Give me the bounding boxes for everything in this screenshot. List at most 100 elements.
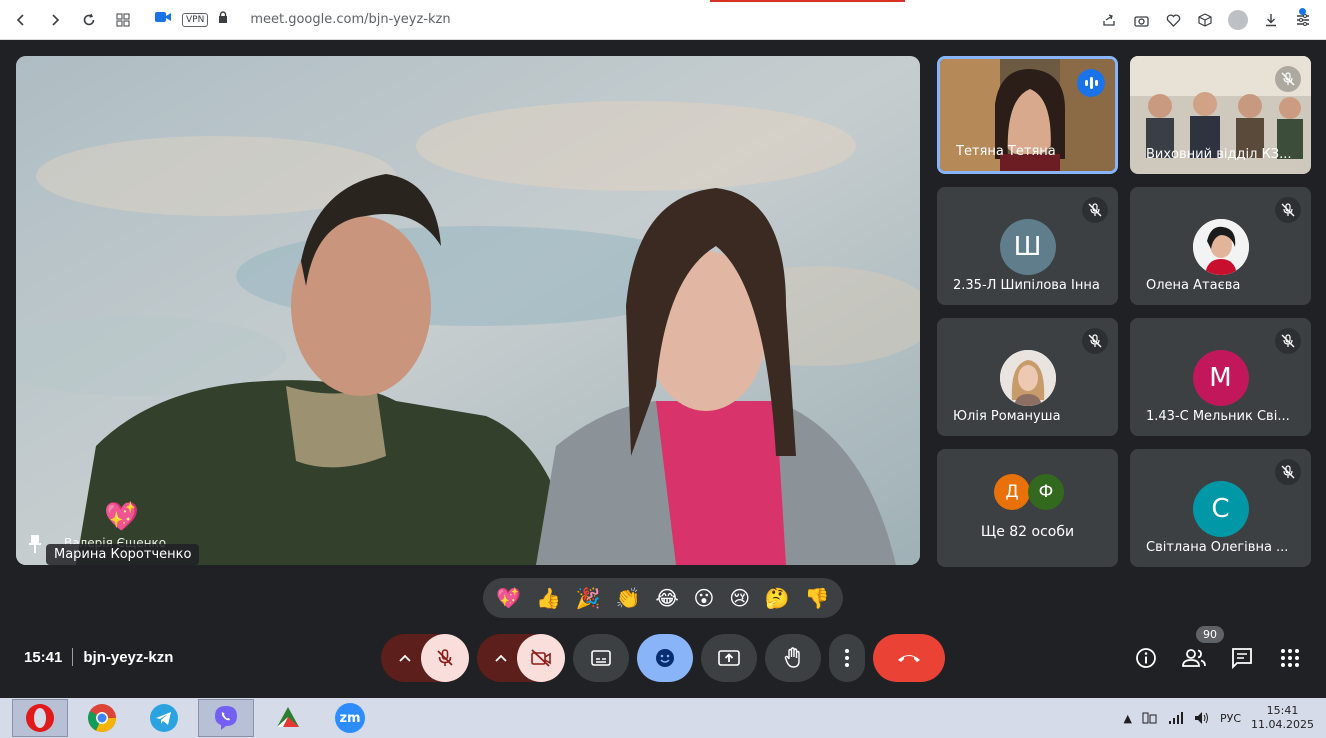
tabs-grid-icon[interactable]	[114, 11, 132, 29]
clock-time: 15:41	[1266, 704, 1299, 717]
avatar: Ш	[999, 219, 1056, 275]
reaction-party-popper[interactable]: 🎉	[576, 588, 601, 608]
avatar	[1192, 219, 1249, 275]
vpn-badge[interactable]: VPN	[182, 12, 209, 27]
download-notification-dot	[1299, 8, 1306, 15]
mediaget-icon	[277, 707, 299, 727]
avatar: М	[1192, 350, 1249, 406]
telegram-icon	[150, 704, 178, 732]
mic-off-icon	[1275, 197, 1301, 223]
participant-tile[interactable]: Виховний відділ КЗ...	[1130, 56, 1311, 174]
info-icon	[1136, 648, 1156, 668]
reaction-sparkling-heart[interactable]: 💖	[496, 588, 521, 608]
meeting-info: 15:41 bjn-yeyz-kzn	[24, 648, 173, 666]
avatar	[999, 350, 1056, 406]
taskbar-zoom[interactable]: zm	[322, 699, 378, 737]
url-text[interactable]: meet.google.com/bjn-yeyz-kzn	[250, 12, 450, 27]
reaction-thumbs-up[interactable]: 👍	[536, 588, 561, 608]
taskbar-mediaget[interactable]	[260, 699, 316, 737]
participant-tile[interactable]: Тетяна Тетяна	[937, 56, 1118, 174]
meeting-time: 15:41	[24, 648, 63, 666]
participant-tile[interactable]: М 1.43-С Мельник Сві...	[1130, 318, 1311, 436]
system-clock[interactable]: 15:41 11.04.2025	[1251, 704, 1314, 732]
zoom-icon: zm	[335, 703, 365, 733]
back-icon[interactable]	[12, 11, 30, 29]
browser-actions	[1100, 0, 1312, 40]
participant-name: 2.35-Л Шипілова Інна	[953, 278, 1100, 293]
lock-icon[interactable]	[218, 10, 228, 29]
forward-icon[interactable]	[46, 11, 64, 29]
participant-name: Світлана Олегівна ...	[1146, 540, 1289, 555]
speaker-name-tag: Марина Коротченко	[46, 544, 200, 565]
participant-tile[interactable]: Ш 2.35-Л Шипілова Інна	[937, 187, 1118, 305]
emoji-icon	[656, 649, 674, 667]
more-options-button[interactable]	[829, 634, 865, 682]
participant-tile[interactable]: Олена Атаєва	[1130, 187, 1311, 305]
opera-icon	[26, 704, 54, 732]
heart-icon[interactable]	[1164, 11, 1182, 29]
reaction-joy[interactable]: 😂	[655, 588, 678, 608]
download-icon[interactable]	[1262, 11, 1280, 29]
people-icon	[1182, 649, 1206, 667]
participant-tile[interactable]: Юлія Романуша	[937, 318, 1118, 436]
participant-name: 1.43-С Мельник Сві...	[1146, 409, 1290, 424]
mic-options-chevron-icon[interactable]	[395, 648, 415, 668]
people-button[interactable]	[1181, 644, 1207, 672]
taskbar-telegram[interactable]	[136, 699, 192, 737]
participant-name: Юлія Романуша	[953, 409, 1061, 424]
floating-heart-reaction: 💖	[104, 500, 139, 533]
mic-off-icon	[1082, 197, 1108, 223]
camera-control-group	[477, 634, 565, 682]
activities-button[interactable]	[1279, 644, 1301, 672]
volume-icon[interactable]	[1194, 711, 1210, 725]
hand-icon	[784, 647, 800, 668]
tray-expand-icon[interactable]: ▲	[1124, 712, 1132, 725]
camera-options-chevron-icon[interactable]	[491, 648, 511, 668]
viber-icon	[215, 706, 237, 730]
raise-hand-button[interactable]	[765, 634, 821, 682]
taskbar-chrome[interactable]	[74, 699, 130, 737]
video-frame	[16, 56, 920, 565]
mic-off-icon	[437, 649, 453, 666]
device-icon[interactable]	[1142, 711, 1158, 725]
reaction-clapping[interactable]: 👏	[616, 588, 641, 608]
meeting-details-button[interactable]	[1134, 644, 1158, 672]
reaction-surprised[interactable]: 😮	[694, 588, 715, 608]
profile-avatar[interactable]	[1228, 10, 1248, 30]
avatar: Д	[994, 474, 1030, 510]
participant-name: Олена Атаєва	[1146, 278, 1241, 293]
avatar: С	[1192, 481, 1249, 537]
reaction-crying[interactable]: 😢	[729, 588, 750, 608]
pin-icon[interactable]	[28, 534, 44, 554]
windows-taskbar: zm ▲ РУС 15:41 11.04.2025	[0, 698, 1326, 738]
loading-indicator	[710, 0, 905, 2]
taskbar-opera[interactable]	[12, 699, 68, 737]
reload-icon[interactable]	[80, 11, 98, 29]
taskbar-viber[interactable]	[198, 699, 254, 737]
language-indicator[interactable]: РУС	[1220, 712, 1241, 725]
main-speaker-video[interactable]	[16, 56, 920, 565]
mic-toggle-button[interactable]	[421, 634, 469, 682]
reaction-thinking[interactable]: 🤔	[765, 588, 790, 608]
chat-button[interactable]	[1230, 644, 1254, 672]
more-participants-tile[interactable]: Д Ф Ще 82 особи	[937, 449, 1118, 567]
participants-count-badge: 90	[1196, 626, 1224, 643]
camera-snapshot-icon[interactable]	[1132, 11, 1150, 29]
send-reaction-button[interactable]	[637, 634, 693, 682]
signal-icon[interactable]	[1168, 711, 1184, 725]
present-screen-button[interactable]	[701, 634, 757, 682]
participant-tile[interactable]: С Світлана Олегівна ...	[1130, 449, 1311, 567]
chat-icon	[1232, 648, 1252, 670]
avatar: Ф	[1028, 474, 1064, 510]
camera-off-icon	[531, 649, 551, 667]
captions-button[interactable]	[573, 634, 629, 682]
present-icon	[718, 650, 740, 666]
speaking-indicator-icon	[1077, 69, 1105, 97]
reaction-thumbs-down[interactable]: 👎	[805, 588, 830, 608]
camera-toggle-button[interactable]	[517, 634, 565, 682]
address-bar[interactable]: VPN meet.google.com/bjn-yeyz-kzn	[154, 10, 451, 29]
captions-icon	[591, 650, 611, 666]
share-icon[interactable]	[1100, 11, 1118, 29]
leave-call-button[interactable]	[873, 634, 945, 682]
extensions-cube-icon[interactable]	[1196, 11, 1214, 29]
